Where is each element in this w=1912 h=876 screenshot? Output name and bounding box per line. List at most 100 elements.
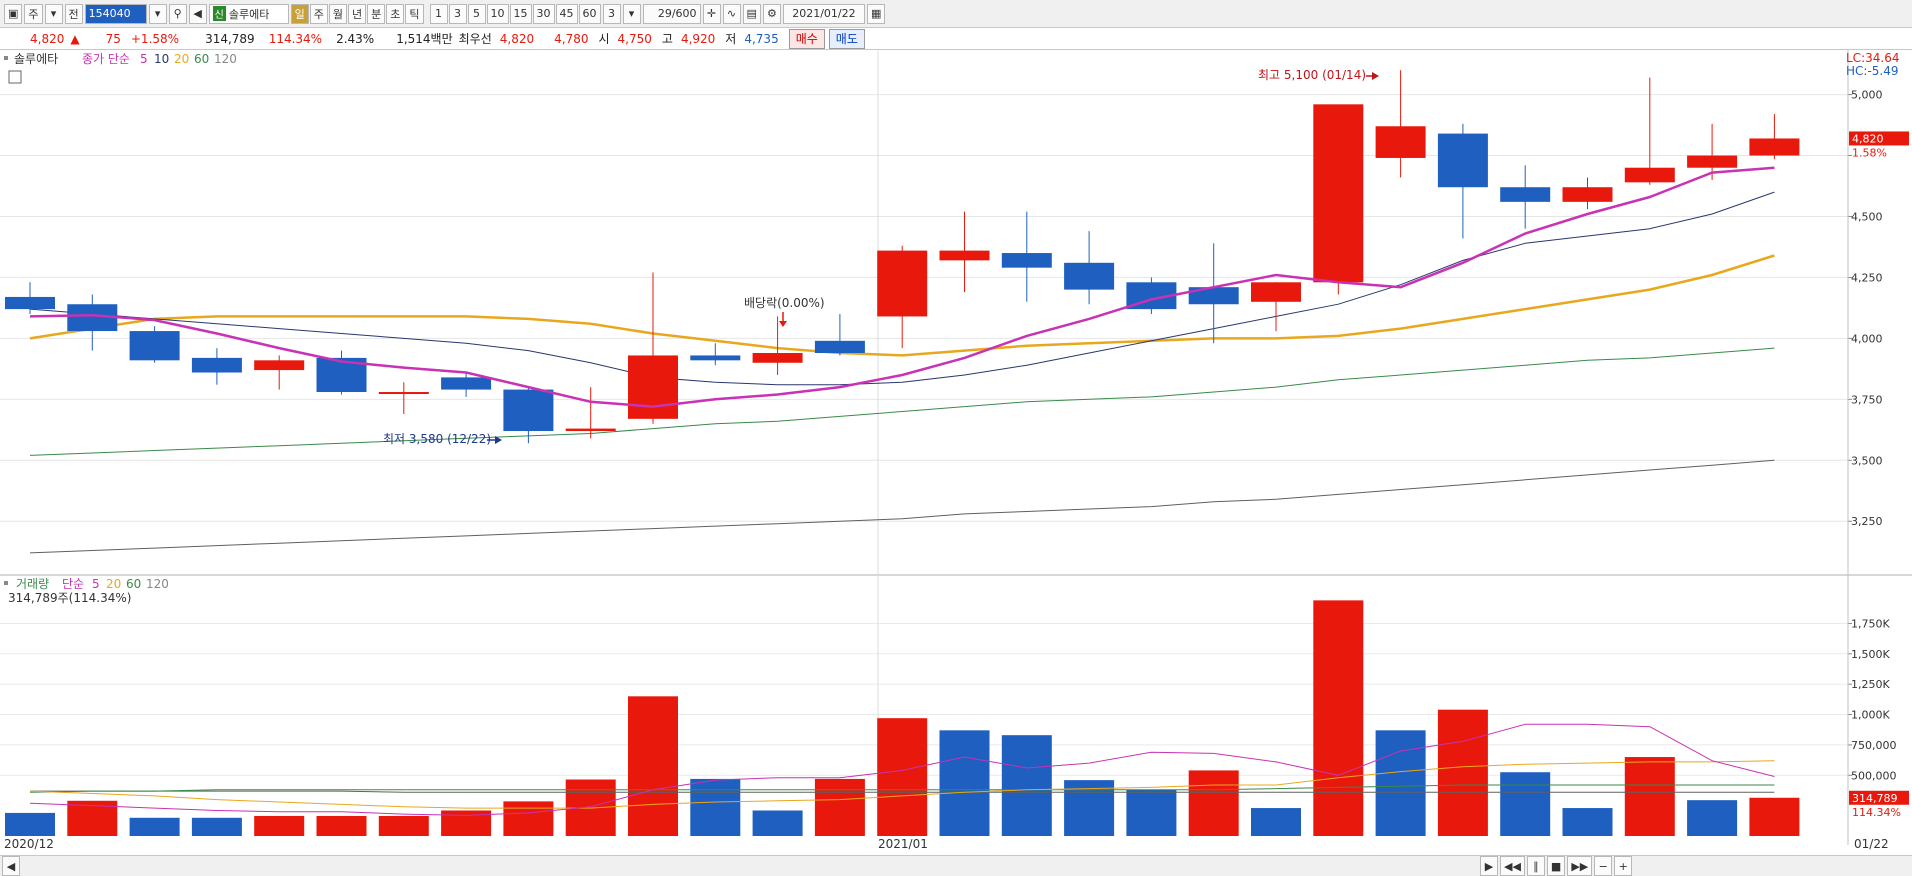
turnover: 2.43% bbox=[336, 31, 375, 46]
candle-body bbox=[1687, 155, 1738, 168]
lc-label: LC:34.64 bbox=[1846, 51, 1899, 65]
volume-ratio: 114.34% bbox=[268, 31, 323, 46]
zoom-out-icon[interactable]: − bbox=[1594, 856, 1613, 876]
period-tab-3[interactable]: 년 bbox=[348, 3, 367, 24]
play-icon[interactable]: ▶ bbox=[1480, 856, 1498, 876]
candle-body bbox=[690, 355, 741, 361]
price-tick-label: 3,500 bbox=[1851, 454, 1883, 467]
period-tabs: 일주월년분초틱 bbox=[290, 3, 424, 24]
quote-bar: 4,820 ▲ 75 +1.58% 314,789 114.34% 2.43% … bbox=[0, 28, 1912, 50]
scroll-bar[interactable]: ◀ ▶ ◀◀ ∥ ■ ▶▶ − + bbox=[0, 855, 1912, 876]
mode-select[interactable]: 전 bbox=[64, 3, 83, 24]
volume-legend-p60: 60 bbox=[126, 577, 141, 591]
chevron-down-icon[interactable]: ▾ bbox=[44, 3, 63, 24]
stock-name-field[interactable]: 신 솔루에타 bbox=[208, 3, 289, 24]
candle-body bbox=[1313, 104, 1364, 283]
candle-body bbox=[939, 250, 990, 261]
type-select[interactable]: 주 bbox=[24, 3, 43, 24]
price-legend-p20: 20 bbox=[174, 52, 189, 66]
stock-tag: 신 bbox=[212, 6, 226, 21]
price-legend-label: 종가 단순 bbox=[82, 52, 130, 66]
volume-bar bbox=[191, 817, 242, 836]
code-dropdown-icon[interactable]: ▾ bbox=[148, 3, 167, 24]
interval-tab-1[interactable]: 1 bbox=[429, 3, 448, 24]
sell-button[interactable]: 매도 bbox=[828, 28, 865, 49]
x-label-2021-01: 2021/01 bbox=[878, 837, 928, 851]
change-amount: 75 bbox=[105, 31, 121, 46]
volume-bar bbox=[503, 801, 554, 836]
last-volume-pct-label: 114.34% bbox=[1852, 806, 1901, 819]
volume: 314,789 bbox=[205, 31, 255, 46]
volume-tick-label: 1,500K bbox=[1851, 648, 1890, 661]
forward-icon[interactable]: ▶▶ bbox=[1567, 856, 1593, 876]
interval-tab-30[interactable]: 30 bbox=[532, 3, 555, 24]
candle-body bbox=[1064, 262, 1115, 290]
candle-body bbox=[1001, 253, 1052, 268]
candle-body bbox=[1251, 282, 1301, 302]
search-icon[interactable]: ⚲ bbox=[168, 3, 187, 24]
period-tab-6[interactable]: 틱 bbox=[405, 3, 424, 24]
calendar-icon[interactable]: ▦ bbox=[866, 3, 886, 24]
volume-bar bbox=[1188, 770, 1239, 836]
crosshair-icon[interactable]: ✛ bbox=[702, 3, 721, 24]
interval-tab-60[interactable]: 60 bbox=[578, 3, 601, 24]
candle-body bbox=[1624, 167, 1675, 183]
volume-bar bbox=[1500, 772, 1551, 836]
rewind-icon[interactable]: ◀◀ bbox=[1500, 856, 1525, 876]
interval-tab-15[interactable]: 15 bbox=[509, 3, 532, 24]
volume-current: 314,789주(114.34%) bbox=[8, 591, 131, 605]
price-legend-name: 솔루에타 bbox=[14, 52, 58, 66]
candle-body bbox=[628, 355, 678, 419]
save-icon[interactable]: ▤ bbox=[742, 3, 761, 24]
volume-legend-name: 거래량 bbox=[16, 577, 49, 591]
scroll-left-icon[interactable]: ◀ bbox=[2, 856, 20, 876]
speaker-icon[interactable]: ◀ bbox=[188, 3, 207, 24]
buy-button[interactable]: 매수 bbox=[788, 28, 825, 49]
change-percent: +1.58% bbox=[130, 31, 180, 46]
volume-bar bbox=[378, 815, 429, 836]
volume-legend-label: 단순 bbox=[62, 577, 84, 591]
candle-body bbox=[1437, 133, 1488, 188]
pause-icon[interactable]: ∥ bbox=[1526, 856, 1545, 876]
legend-toggle-icon[interactable] bbox=[4, 56, 8, 60]
volume-legend-p5: 5 bbox=[92, 577, 100, 591]
price-legend-p120: 120 bbox=[214, 52, 237, 66]
interval-tab-45[interactable]: 45 bbox=[555, 3, 578, 24]
count-field[interactable]: 29/600 bbox=[642, 3, 701, 24]
period-tab-5[interactable]: 초 bbox=[386, 3, 405, 24]
volume-bar bbox=[5, 812, 55, 836]
stock-code-input[interactable]: 154040 bbox=[84, 3, 147, 24]
volume-bar bbox=[1749, 797, 1800, 836]
volume-bar bbox=[129, 817, 180, 836]
date-field[interactable]: 2021/01/22 bbox=[782, 3, 865, 24]
interval-dropdown-icon[interactable]: ▾ bbox=[622, 3, 641, 24]
change-arrow: ▲ bbox=[70, 31, 80, 46]
period-tab-0[interactable]: 일 bbox=[290, 3, 309, 24]
interval-tab-10[interactable]: 10 bbox=[486, 3, 509, 24]
period-tab-1[interactable]: 주 bbox=[309, 3, 328, 24]
candle-body bbox=[254, 360, 305, 371]
volume-bar bbox=[877, 718, 928, 836]
candle-body bbox=[378, 392, 429, 395]
stock-name: 솔루에타 bbox=[228, 7, 270, 21]
interval-tab-5[interactable]: 5 bbox=[467, 3, 486, 24]
high-label: 고 bbox=[661, 32, 673, 46]
pref-ask: 4,820 bbox=[499, 31, 535, 46]
toolbar: ▣ 주 ▾ 전 154040 ▾ ⚲ ◀ 신 솔루에타 일주월년분초틱 1 3 5 10… bbox=[0, 0, 1912, 28]
stop-icon[interactable]: ■ bbox=[1546, 856, 1566, 876]
volume-legend-toggle-icon[interactable] bbox=[4, 581, 8, 585]
interval-tab-3[interactable]: 3 bbox=[448, 3, 467, 24]
hc-label: HC:-5.49 bbox=[1846, 64, 1899, 78]
volume-tick-label: 500,000 bbox=[1851, 769, 1897, 782]
candle-body bbox=[1375, 126, 1426, 158]
zoom-in-icon[interactable]: + bbox=[1614, 856, 1633, 876]
interval-value[interactable]: 3 bbox=[602, 3, 621, 24]
chart-type-icon[interactable]: ▣ bbox=[4, 3, 23, 24]
volume-tick-label: 1,000K bbox=[1851, 709, 1890, 722]
gear-icon[interactable]: ⚙ bbox=[762, 3, 781, 24]
candle-body bbox=[441, 377, 492, 390]
period-tab-2[interactable]: 월 bbox=[328, 3, 348, 24]
period-tab-4[interactable]: 분 bbox=[367, 3, 386, 24]
draw-line-icon[interactable]: ∿ bbox=[722, 3, 741, 24]
chart-area[interactable]: 3,250 3,500 3,750 4,000 4,250 4,500 5,000 500,… bbox=[0, 50, 1912, 855]
